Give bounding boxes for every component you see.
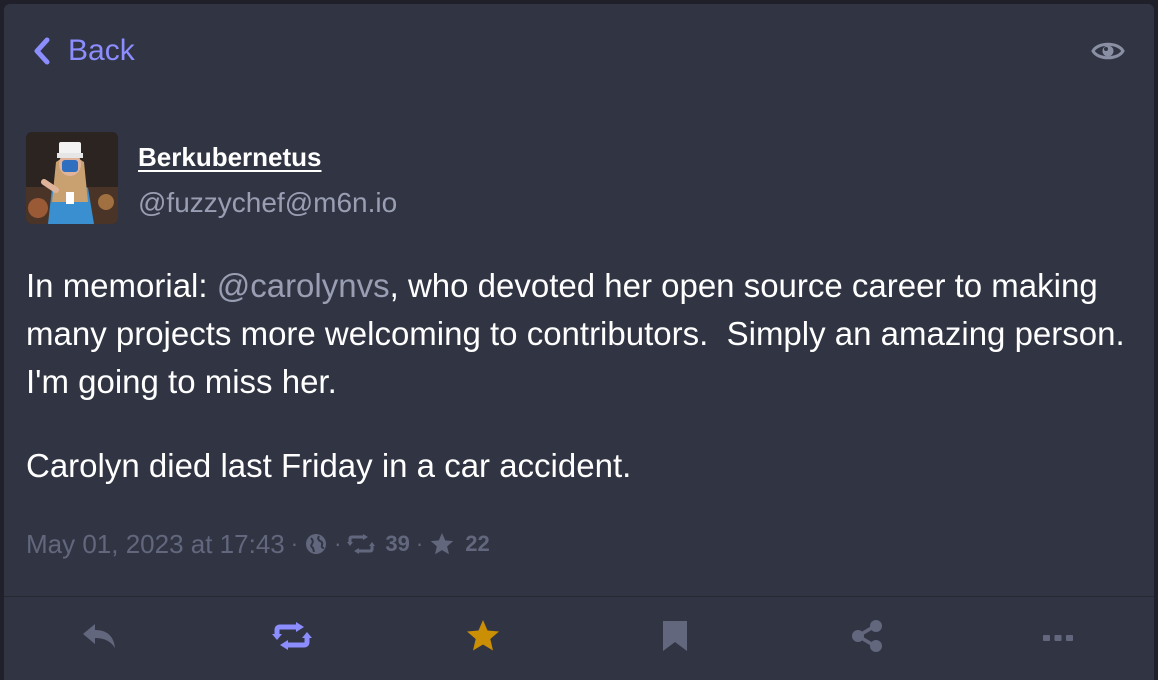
meta-separator: · <box>290 531 299 556</box>
boost-count: 39 <box>385 531 410 556</box>
status-meta: May 01, 2023 at 17:43 · · 39 · 22 <box>26 524 490 564</box>
favourite-button[interactable] <box>387 597 579 680</box>
status-content: In memorial: @carolynvs, who devoted her… <box>26 262 1130 526</box>
chevron-left-icon <box>32 34 54 68</box>
status-paragraph: Carolyn died last Friday in a car accide… <box>26 447 632 484</box>
bookmark-button[interactable] <box>579 597 771 680</box>
eye-icon[interactable] <box>1090 36 1126 66</box>
display-name[interactable]: Berkubernetus <box>138 142 397 173</box>
status-paragraph: In memorial: @carolynvs, who devoted her… <box>26 262 1130 406</box>
favourite-count: 22 <box>465 531 490 556</box>
star-icon <box>465 619 501 658</box>
globe-icon <box>304 532 328 556</box>
star-count-icon <box>429 532 455 556</box>
account-handle: @fuzzychef@m6n.io <box>138 187 398 218</box>
share-button[interactable] <box>771 597 963 680</box>
action-bar <box>4 597 1154 680</box>
share-icon <box>850 619 884 658</box>
back-button[interactable]: Back <box>32 32 135 70</box>
reply-button[interactable] <box>4 597 196 680</box>
status-timestamp[interactable]: May 01, 2023 at 17:43 <box>26 529 285 560</box>
app-frame: Back Berkubernetus @fuzzychef@m6n.io In … <box>0 0 1158 680</box>
boost-count-icon <box>347 534 376 554</box>
status-panel: Back Berkubernetus @fuzzychef@m6n.io In … <box>4 4 1154 680</box>
status-text: In memorial: <box>26 267 217 304</box>
meta-separator: · <box>334 531 342 556</box>
reply-icon <box>81 620 119 657</box>
avatar[interactable] <box>26 132 118 224</box>
account-header[interactable]: Berkubernetus @fuzzychef@m6n.io <box>26 132 397 224</box>
ellipsis-icon <box>1042 630 1074 648</box>
boost-icon <box>271 622 313 655</box>
mention-link[interactable]: @carolynvs <box>217 267 390 304</box>
account-names: Berkubernetus @fuzzychef@m6n.io <box>138 132 397 219</box>
back-label: Back <box>68 34 135 67</box>
meta-separator: · <box>415 531 424 556</box>
more-button[interactable] <box>962 597 1154 680</box>
column-header: Back <box>4 4 1154 100</box>
boost-button[interactable] <box>196 597 388 680</box>
bookmark-icon <box>661 620 689 657</box>
